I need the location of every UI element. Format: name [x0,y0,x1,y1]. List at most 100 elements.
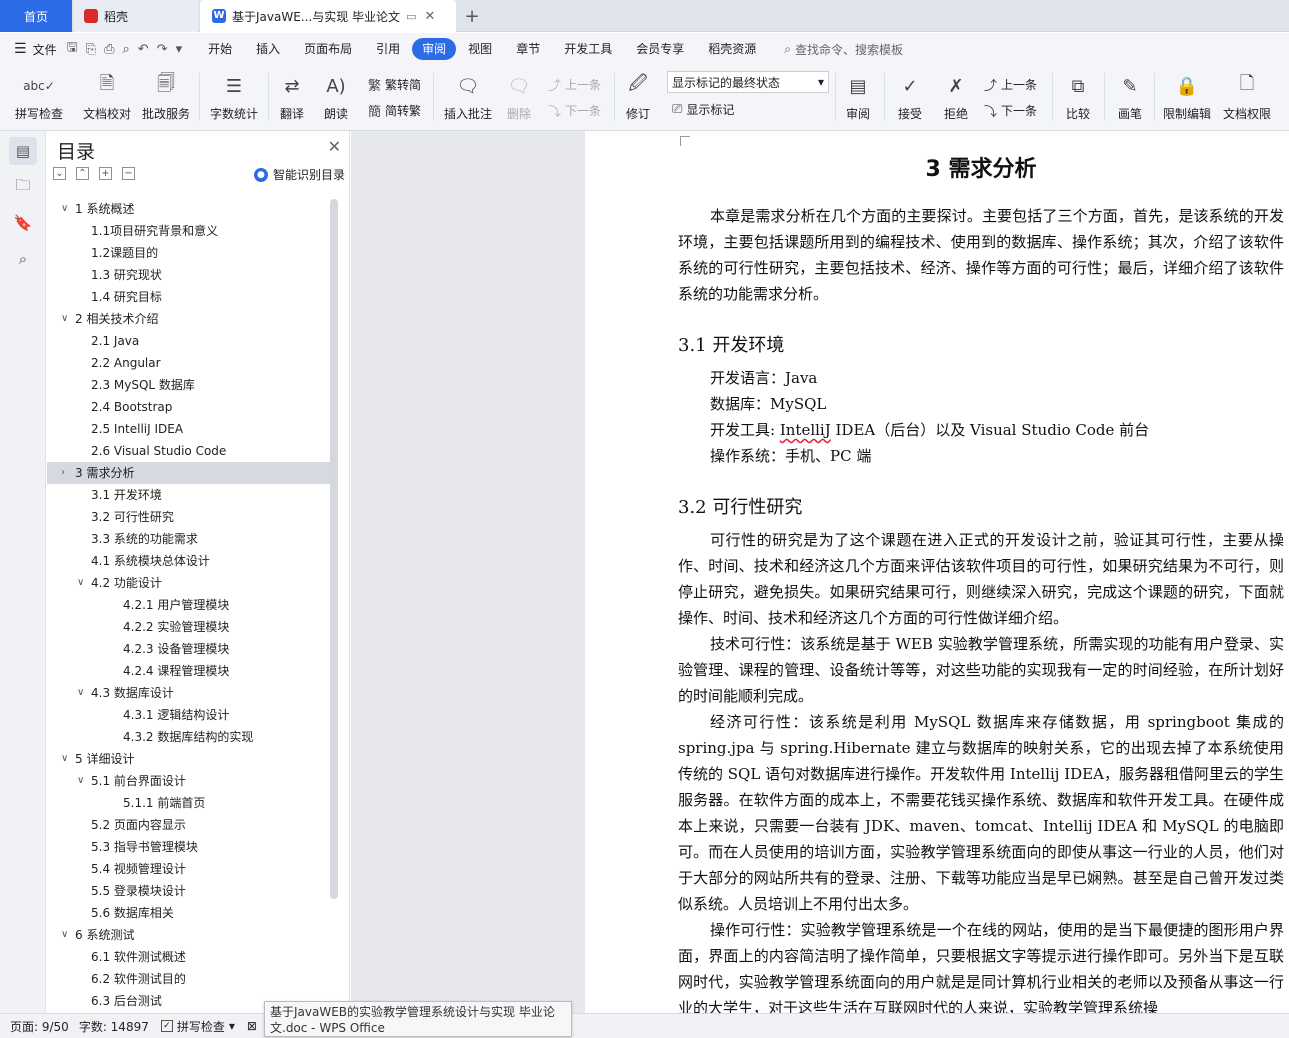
tab-review[interactable]: 审阅 [412,38,457,60]
delete-comment-button[interactable]: 🗨 删除 [500,65,538,129]
add-heading-icon[interactable]: + [99,167,112,180]
toc-item[interactable]: 5.5 登录模块设计 [47,880,333,902]
tab-view[interactable]: 视图 [456,38,504,60]
toc-item[interactable]: 3.2 可行性研究 [47,506,333,528]
doc-permission-button[interactable]: 🗋 文档权限 [1220,65,1274,129]
toc-item[interactable]: 2.5 IntelliJ IDEA [47,418,333,440]
prev-comment-button[interactable]: ⤴ 上一条 [548,75,601,94]
chevron-down-icon[interactable]: ∨ [61,924,68,946]
close-box-icon[interactable]: ⊠ [247,1019,257,1033]
tab-insert[interactable]: 插入 [244,38,292,60]
chevron-down-icon[interactable]: ∨ [61,748,68,770]
toc-item[interactable]: ∨ 5 详细设计 [47,748,333,770]
tab-daoke-resources[interactable]: 稻壳资源 [696,38,768,60]
toc-item[interactable]: 5.6 数据库相关 [47,902,333,924]
toc-item[interactable]: 3.3 系统的功能需求 [47,528,333,550]
next-change-button[interactable]: ⤵ 下一条 [984,101,1037,120]
chevron-down-icon[interactable]: ∨ [61,198,68,220]
tab-home[interactable]: 首页 [0,0,72,32]
tab-reference[interactable]: 引用 [364,38,412,60]
find-icon[interactable]: ⌕ [9,245,37,273]
chevron-down-icon[interactable]: ∨ [61,308,68,330]
chevron-right-icon[interactable]: › [61,462,65,484]
toc-item[interactable]: 1.2课题目的 [47,242,333,264]
toc-item[interactable]: 2.3 MySQL 数据库 [47,374,333,396]
toc-item[interactable]: ∨ 6 系统测试 [47,924,333,946]
page-indicator[interactable]: 页面: 9/50 [10,1018,69,1035]
word-count-button[interactable]: ☰ 字数统计 [205,65,263,129]
save-icon[interactable]: 🖫 [67,38,78,60]
display-state-select[interactable]: 显示标记的最终状态 ▾ [667,71,829,93]
print-icon[interactable]: ⎙ [104,42,114,57]
toc-item[interactable]: 4.3.2 数据库结构的实现 [47,726,333,748]
tab-daoke[interactable]: 稻壳 [74,0,198,32]
toc-item[interactable]: 2.4 Bootstrap [47,396,333,418]
tab-start[interactable]: 开始 [196,38,244,60]
collapse-all-icon[interactable]: ⌄ [53,167,66,180]
toc-item[interactable]: 4.1 系统模块总体设计 [47,550,333,572]
toc-item[interactable]: 5.3 指导书管理模块 [47,836,333,858]
tab-member[interactable]: 会员专享 [624,38,696,60]
file-menu[interactable]: ☰ 文件 [0,41,67,58]
trad-to-simp-button[interactable]: 繁繁转简 [368,75,421,94]
spell-check-toggle[interactable]: ✓ 拼写检查 ▾ [160,1018,235,1035]
chevron-down-icon[interactable]: ∨ [77,682,84,704]
redo-icon[interactable]: ↷ [157,42,168,57]
chapter-nav-icon[interactable]: 🗀 [9,173,37,201]
word-count-indicator[interactable]: 字数: 14897 [79,1018,149,1035]
read-aloud-button[interactable]: A) 朗读 [318,65,354,129]
remove-heading-icon[interactable]: − [122,167,135,180]
close-tab-icon[interactable]: ✕ [424,9,435,24]
toc-item[interactable]: ∨ 5.1 前台界面设计 [47,770,333,792]
toc-item[interactable]: 4.3.1 逻辑结构设计 [47,704,333,726]
reject-button[interactable]: ✗ 拒绝 [938,65,974,129]
toc-item[interactable]: › 3 需求分析 [47,462,333,484]
toc-item[interactable]: ∨ 4.3 数据库设计 [47,682,333,704]
toc-item[interactable]: 1.4 研究目标 [47,286,333,308]
review-pane-button[interactable]: ▤ 审阅 [840,65,876,129]
smart-toc-button[interactable]: ● 智能识别目录 [253,166,345,183]
toc-item[interactable]: 4.2.1 用户管理模块 [47,594,333,616]
next-comment-button[interactable]: ⤵ 下一条 [548,101,601,120]
accept-button[interactable]: ✓ 接受 [892,65,928,129]
export-icon[interactable]: ⎘ [86,42,96,57]
command-search[interactable]: ⌕ 查找命令、搜索模板 [784,41,903,58]
toc-item[interactable]: 5.2 页面内容显示 [47,814,333,836]
show-marks-button[interactable]: ⎚ 显示标记 [672,101,734,118]
toc-item[interactable]: ∨ 1 系统概述 [47,198,333,220]
toc-item[interactable]: 5.1.1 前端首页 [47,792,333,814]
toc-item[interactable]: 1.3 研究现状 [47,264,333,286]
track-changes-button[interactable]: 🖉 修订 [620,65,656,129]
close-icon[interactable]: ✕ [328,137,341,156]
toc-panel-icon[interactable]: ▤ [9,137,37,165]
toc-item[interactable]: 1.1项目研究背景和意义 [47,220,333,242]
simp-to-trad-button[interactable]: 簡简转繁 [368,101,421,120]
spell-check-button[interactable]: abc✓ 拼写检查 [8,65,70,129]
toc-item[interactable]: 3.1 开发环境 [47,484,333,506]
toc-item[interactable]: 2.6 Visual Studio Code [47,440,333,462]
proofread-button[interactable]: 🗎 文档校对 [78,65,136,129]
chevron-down-icon[interactable]: ∨ [77,572,84,594]
new-tab-button[interactable]: + [460,0,484,32]
tab-document[interactable]: W 基于JavaWE...与实现 毕业论文 ▭ ✕ [200,0,456,32]
tab-layout[interactable]: 页面布局 [292,38,364,60]
more-icon[interactable]: ▾ [176,42,183,57]
toc-item[interactable]: 4.2.2 实验管理模块 [47,616,333,638]
chevron-down-icon[interactable]: ∨ [77,770,84,792]
preview-icon[interactable]: ⌕ [122,42,129,57]
toc-item[interactable]: ∨ 4.2 功能设计 [47,572,333,594]
toc-item[interactable]: 4.2.4 课程管理模块 [47,660,333,682]
batch-service-button[interactable]: 🗐 批改服务 [138,65,194,129]
toc-item[interactable]: 5.4 视频管理设计 [47,858,333,880]
toc-item[interactable]: 2.1 Java [47,330,333,352]
toc-item[interactable]: 4.2.3 设备管理模块 [47,638,333,660]
insert-comment-button[interactable]: 🗨 插入批注 [440,65,496,129]
toc-scrollbar[interactable] [330,199,338,899]
restrict-edit-button[interactable]: 🔒 限制编辑 [1160,65,1214,129]
tab-developer[interactable]: 开发工具 [552,38,624,60]
expand-all-icon[interactable]: ⌃ [76,167,89,180]
toc-item[interactable]: 6.1 软件测试概述 [47,946,333,968]
monitor-icon[interactable]: ▭ [406,10,416,23]
bookmark-icon[interactable]: 🔖 [9,209,37,237]
compare-button[interactable]: ⧉ 比较 [1060,65,1096,129]
